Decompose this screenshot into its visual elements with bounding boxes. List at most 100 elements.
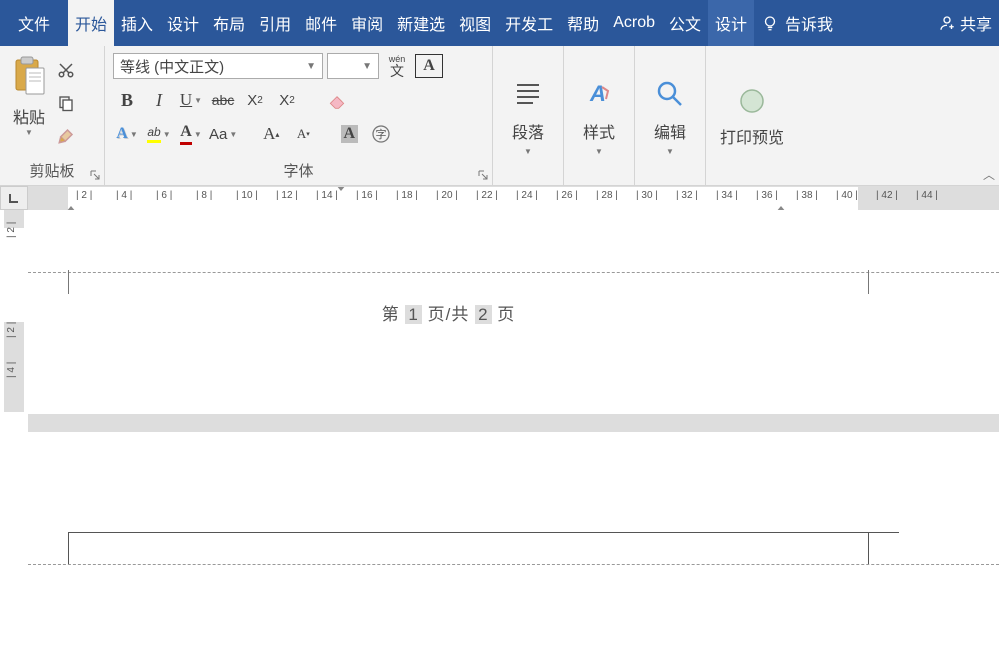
phonetic-guide-button[interactable]: wén文 [383,52,411,80]
tab-view[interactable]: 视图 [452,0,498,46]
paragraph-button[interactable]: 段落 ▼ [499,50,557,183]
copy-icon [57,94,75,112]
launcher-icon [478,170,488,180]
grow-font-button[interactable]: A▴ [257,120,285,148]
editing-label: 编辑 [654,119,686,143]
tab-layout[interactable]: 布局 [206,0,252,46]
page-number-field: 第 1 页/共 2 页 [28,300,869,325]
clipboard-icon [12,56,46,96]
ruler-area: | 2 || 4 || 6 || 8 || 10 || 12 || 14 || … [0,186,999,210]
tab-design-context[interactable]: 设计 [708,0,754,46]
shrink-font-button[interactable]: A▾ [289,120,317,148]
page2-top-border [68,532,899,533]
tab-acrobat[interactable]: Acrob [606,0,662,46]
vertical-ruler[interactable]: | 2 || 2 || 4 | [0,210,28,645]
tab-insert[interactable]: 插入 [114,0,160,46]
bold-button[interactable]: B [113,86,141,114]
paste-button[interactable]: 粘贴 ▼ [6,50,52,156]
font-name-value: 等线 (中文正文) [120,56,224,77]
ruler-tick: | 36 | [756,190,778,201]
font-color-button[interactable]: A▼ [177,120,205,148]
subscript-button[interactable]: X2 [241,86,269,114]
ruler-tick: | 22 | [476,190,498,201]
ruler-tick: | 12 | [276,190,298,201]
tab-home[interactable]: 开始 [68,0,114,46]
chevron-down-icon: ▼ [524,147,532,156]
group-font: 等线 (中文正文)▼ ▼ wén文 A B I U▼ abc X2 X2 A▼ … [105,46,493,185]
chevron-down-icon: ▼ [163,130,171,139]
highlight-button[interactable]: ab▼ [145,120,173,148]
vruler-tick: | 2 | [6,222,17,238]
chevron-down-icon: ▼ [306,61,316,72]
svg-text:A: A [589,81,606,106]
share-button[interactable]: 共享 [931,0,999,46]
document-canvas[interactable]: 第 1 页/共 2 页 [28,210,999,645]
ruler-tick: | 42 | [876,190,898,201]
group-preview: 打印预览 [706,46,798,185]
collapse-ribbon-button[interactable]: ︿ [983,166,995,183]
horizontal-ruler[interactable]: | 2 || 4 || 6 || 8 || 10 || 12 || 14 || … [28,186,999,210]
footer-margin-right [868,270,869,294]
font-launcher[interactable] [476,168,490,182]
enclose-characters-button[interactable]: 字 [367,120,395,148]
ribbon-tabs: 文件 开始 插入 设计 布局 引用 邮件 审阅 新建选 视图 开发工 帮助 Ac… [0,0,999,46]
format-painter-button[interactable] [54,122,78,150]
underline-button[interactable]: U▼ [177,86,205,114]
tab-references[interactable]: 引用 [252,0,298,46]
font-group-label: 字体 [111,156,486,183]
ruler-tick: | 18 | [396,190,418,201]
ruler-tick: | 10 | [236,190,258,201]
scissors-icon [57,61,75,79]
page-mid: 页/共 [428,305,470,324]
tab-gongwen[interactable]: 公文 [662,0,708,46]
font-size-combo[interactable]: ▼ [327,53,379,79]
vruler-tick: | 4 | [6,362,17,378]
share-icon [938,14,956,32]
text-effects-button[interactable]: A▼ [113,120,141,148]
clipboard-launcher[interactable] [88,168,102,182]
cut-button[interactable] [54,56,78,84]
print-preview-button[interactable]: 打印预览 [712,50,792,183]
clear-formatting-button[interactable] [323,86,351,114]
tab-review[interactable]: 审阅 [344,0,390,46]
ruler-tick: | 2 | [76,190,92,201]
ruler-tick: | 30 | [636,190,658,201]
italic-button[interactable]: I [145,86,173,114]
circle-icon [737,86,767,116]
paragraph-label: 段落 [512,119,544,143]
ruler-tick: | 28 | [596,190,618,201]
ruler-tick: | 20 | [436,190,458,201]
copy-button[interactable] [54,89,78,117]
tab-design[interactable]: 设计 [160,0,206,46]
tab-file[interactable]: 文件 [0,0,68,46]
tab-newtab[interactable]: 新建选 [390,0,452,46]
tab-developer[interactable]: 开发工 [498,0,560,46]
page-prefix: 第 [382,305,400,324]
tab-help[interactable]: 帮助 [560,0,606,46]
document-area: | 2 || 2 || 4 | 第 1 页/共 2 页 [0,210,999,645]
eraser-icon [327,90,347,110]
tell-me[interactable]: 告诉我 [754,0,840,46]
styles-label: 样式 [583,119,615,143]
change-case-button[interactable]: Aa▼ [209,120,237,148]
strikethrough-button[interactable]: abc [209,86,237,114]
styles-button[interactable]: A 样式 ▼ [570,50,628,183]
character-shading-button[interactable]: A [335,120,363,148]
footer-margin-left [68,270,69,294]
character-border-button[interactable]: A [415,54,443,78]
launcher-icon [90,170,100,180]
lightbulb-icon [761,14,779,32]
ruler-tick: | 40 | [836,190,858,201]
editing-button[interactable]: 编辑 ▼ [641,50,699,183]
chevron-down-icon: ▼ [666,147,674,156]
page2-right-border [868,532,869,564]
ribbon: 粘贴 ▼ 剪贴板 等线 (中文正文)▼ ▼ wén文 A B I U▼ [0,46,999,186]
page-suffix: 页 [497,305,515,324]
paragraph-icon [511,77,545,111]
page-gap [28,414,999,432]
tab-selector[interactable] [0,186,28,210]
svg-text:字: 字 [376,127,387,141]
tab-mail[interactable]: 邮件 [298,0,344,46]
superscript-button[interactable]: X2 [273,86,301,114]
font-name-combo[interactable]: 等线 (中文正文) ▼ [113,53,323,79]
